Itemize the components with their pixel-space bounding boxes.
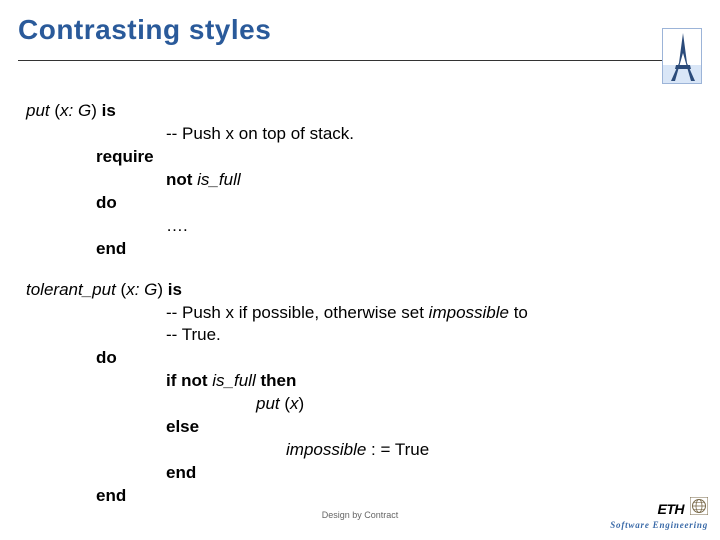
comment-impossible: impossible [429,303,509,322]
slide-title: Contrasting styles [18,14,271,46]
type-g: : G [69,101,92,120]
keyword-end: end [96,486,126,505]
routine-name: tolerant_put [26,280,121,299]
put-body: …. [26,215,666,238]
eth-logo-text: ETH [658,501,685,517]
keyword-end: end [166,463,196,482]
routine-name: put [26,101,54,120]
slide: Contrasting styles put (x: G) is -- Push… [0,0,720,540]
tput-assign-line: impossible : = True [26,439,666,462]
globe-icon [690,497,708,520]
keyword-not: not [166,170,197,189]
spacer [26,261,666,279]
keyword-then: then [256,371,297,390]
pred-is-full: is_full [197,170,240,189]
put-precond: not is_full [26,169,666,192]
put-comment: -- Push x on top of stack. [26,123,666,146]
paren-close: ) [299,394,305,413]
keyword-if: if [166,371,181,390]
keyword-is: is [102,101,116,120]
type-g: : G [135,280,158,299]
tput-put-call: put (x) [26,393,666,416]
eiffel-tower-logo [662,28,702,84]
assign-true: : = True [366,440,429,459]
paren-close: ) [157,280,167,299]
call-name: put [256,394,284,413]
pred-is-full: is_full [212,371,255,390]
put-end-line: end [26,238,666,261]
tput-comment1: -- Push x if possible, otherwise set imp… [26,302,666,325]
keyword-not: not [181,371,212,390]
keyword-else: else [166,417,199,436]
keyword-require: require [96,147,154,166]
title-divider [18,60,690,61]
keyword-is: is [168,280,182,299]
param-x: x [126,280,135,299]
put-signature: put (x: G) is [26,100,666,123]
code-content: put (x: G) is -- Push x on top of stack.… [26,100,666,508]
put-require-line: require [26,146,666,169]
tput-if-line: if not is_full then [26,370,666,393]
tput-do-line: do [26,347,666,370]
footer-branding: ETH Software Engineering [610,497,708,530]
tput-endif-line: end [26,462,666,485]
tput-else-line: else [26,416,666,439]
var-impossible: impossible [286,440,366,459]
param-x: x [60,101,69,120]
comment-to: to [509,303,528,322]
paren-close: ) [91,101,101,120]
software-engineering-text: Software Engineering [610,520,708,530]
keyword-do: do [96,193,117,212]
tput-signature: tolerant_put (x: G) is [26,279,666,302]
put-do-line: do [26,192,666,215]
comment-text: -- Push x if possible, otherwise set [166,303,429,322]
tput-comment2: -- True. [26,324,666,347]
keyword-do: do [96,348,117,367]
keyword-end: end [96,239,126,258]
tput-end-line: end [26,485,666,508]
call-arg: x [290,394,299,413]
